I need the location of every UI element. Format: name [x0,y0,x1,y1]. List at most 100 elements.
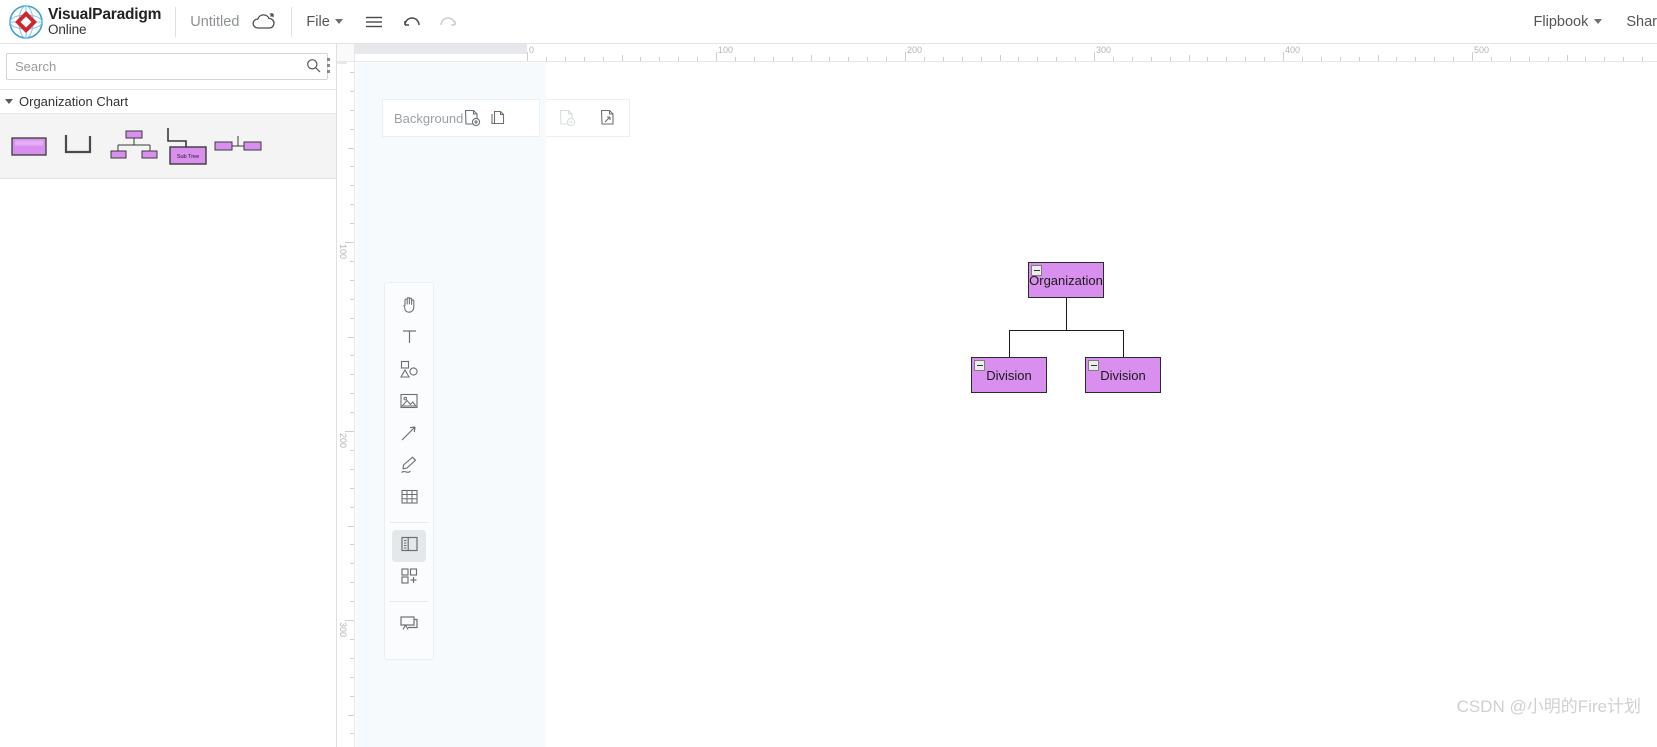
shape-item-org-unit[interactable] [4,116,56,176]
ruler-tick [1453,57,1455,61]
ruler-tick [1585,57,1587,61]
ruler-tick [350,676,354,678]
search-icon[interactable] [306,58,321,78]
ruler-tick [350,185,354,187]
ruler-tick [350,166,354,168]
document-title[interactable]: Untitled [190,14,239,30]
horizontal-ruler[interactable]: 0 100 200 300 400 500 [355,44,1657,62]
connector-segment[interactable] [1066,298,1067,331]
ruler-tick [1509,57,1511,61]
ruler-tick [659,57,661,61]
ruler-tick [1283,52,1284,61]
connector-segment[interactable] [1123,330,1124,357]
ruler-tick [1339,57,1341,61]
search-input[interactable] [6,53,328,80]
ruler-tick [350,90,354,92]
ruler-tick [350,582,354,584]
undo-icon[interactable] [399,9,425,35]
ruler-tick [1112,57,1114,61]
collapse-minus-icon[interactable] [1088,360,1099,371]
ruler-tick [350,71,354,73]
ruler-tick [350,487,354,489]
ruler-tick [350,204,354,206]
ruler-label: 300 [1096,45,1112,55]
ruler-label: 100 [718,45,734,55]
vertical-ruler[interactable]: 100 200 300 [337,62,355,747]
ruler-tick [345,431,354,432]
minus-glyph [1033,270,1040,271]
brand-name-secondary: Online [48,21,87,37]
visual-paradigm-logo-icon [8,4,44,40]
cloud-save-icon[interactable] [251,12,277,32]
org-chart-node[interactable]: Division [971,357,1047,393]
shape-item-connector[interactable] [56,116,108,176]
ruler-tick [527,52,528,61]
file-menu-button[interactable]: File [306,14,343,30]
shape-item-org-tree[interactable] [108,116,160,176]
ruler-label: 0 [529,45,535,55]
ruler-tick [697,57,699,61]
chevron-down-icon [1594,19,1603,24]
ruler-tick [348,147,354,149]
brand-logo-block[interactable]: VisualParadigm Online [0,0,161,44]
connector-segment[interactable] [1009,330,1066,332]
ruler-tick [1566,55,1568,61]
ruler-tick [1226,57,1228,61]
ruler-tick [564,57,566,61]
ruler-tick [1528,57,1530,61]
shape-item-assistant[interactable] [212,116,264,176]
ruler-tick [348,336,354,338]
ruler-tick [1056,57,1058,61]
ruler-tick [1075,57,1077,61]
ruler-tick [1490,57,1492,61]
ruler-tick [1018,57,1020,61]
ruler-tick [545,57,547,61]
ruler-tick [1320,57,1322,61]
ruler-tick [350,449,354,451]
ruler-label: 100 [338,244,348,260]
flipbook-menu-button[interactable]: Flipbook [1534,14,1603,30]
ruler-tick [1169,57,1171,61]
ruler-tick [1623,57,1625,61]
minus-glyph [1090,365,1097,366]
org-chart-diagram[interactable]: Organization Division Division [356,63,1657,747]
search-box [6,53,328,80]
ruler-tick [350,260,354,262]
connector-segment[interactable] [1009,330,1010,357]
ruler-tick [1301,57,1303,61]
section-organization-chart[interactable]: Organization Chart [0,90,336,113]
ruler-tick [350,298,354,300]
ruler-tick [350,393,354,395]
ruler-tick [345,620,354,621]
app-header: VisualParadigm Online Untitled File Flip… [0,0,1657,44]
ruler-tick [716,52,717,61]
ruler-tick [753,57,755,61]
ruler-tick [961,57,963,61]
shape-item-sub-tree[interactable]: Sub Tree [160,116,212,176]
canvas-body[interactable]: Background Organization Division Divisio… [356,63,1657,747]
ruler-tick [350,109,354,111]
share-button[interactable]: Shar [1626,14,1657,30]
ruler-tick [350,468,354,470]
ruler-label: 400 [1285,45,1301,55]
ruler-tick [1094,52,1095,61]
collapse-minus-icon[interactable] [974,360,985,371]
connector-segment[interactable] [1066,330,1123,332]
minus-glyph [976,365,983,366]
ruler-tick [350,317,354,319]
panel-options-icon[interactable] [320,50,336,80]
collapse-minus-icon[interactable] [1031,265,1042,276]
ruler-tick [350,638,354,640]
ruler-tick [350,279,354,281]
ruler-tick [886,57,888,61]
org-chart-node[interactable]: Organization [1028,262,1104,298]
ruler-tick [345,242,354,243]
hamburger-menu-icon[interactable] [361,9,387,35]
org-chart-node[interactable]: Division [1085,357,1161,393]
ruler-label: 300 [338,622,348,638]
ruler-corner [337,44,355,62]
ruler-tick [810,55,812,61]
ruler-tick [923,57,925,61]
ruler-tick [1472,52,1473,61]
org-chart-node-label: Division [1100,367,1146,383]
